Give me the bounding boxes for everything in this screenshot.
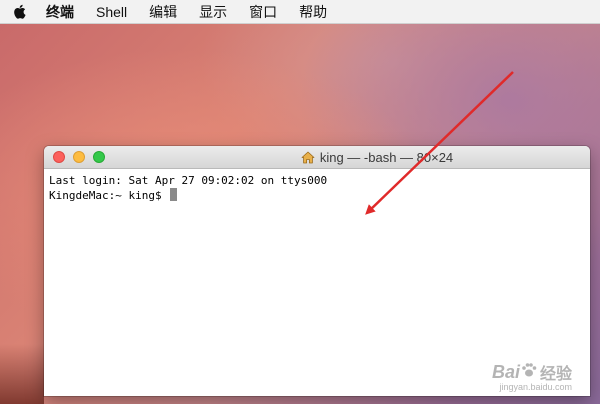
watermark-suffix: 经验 — [539, 366, 572, 383]
menu-view[interactable]: 显示 — [199, 0, 227, 24]
last-login-line: Last login: Sat Apr 27 09:02:02 on ttys0… — [49, 174, 328, 187]
text-cursor — [170, 188, 178, 201]
menu-edit[interactable]: 编辑 — [149, 0, 177, 24]
home-icon — [301, 150, 315, 164]
watermark-brand: Bai — [491, 361, 520, 382]
menu-terminal[interactable]: 终端 — [46, 0, 74, 24]
watermark-url: jingyan.baidu.com — [499, 382, 572, 392]
wallpaper-shadow — [0, 344, 44, 404]
apple-logo-icon[interactable] — [12, 4, 26, 20]
window-title-group: king — -bash — 80×24 — [44, 146, 590, 168]
paw-icon — [520, 361, 538, 384]
watermark-logo: Bai 经验 — [492, 360, 572, 384]
terminal-window[interactable]: king — -bash — 80×24 Last login: Sat Apr… — [44, 146, 590, 396]
window-title: king — -bash — 80×24 — [319, 149, 454, 165]
menu-window[interactable]: 窗口 — [249, 0, 277, 24]
screen: 终端 Shell 编辑 显示 窗口 帮助 king — -bash — 80×2… — [0, 0, 600, 404]
menu-bar: 终端 Shell 编辑 显示 窗口 帮助 — [0, 0, 600, 24]
menu-help[interactable]: 帮助 — [299, 0, 327, 24]
terminal-content[interactable]: Last login: Sat Apr 27 09:02:02 on ttys0… — [44, 169, 590, 207]
window-titlebar[interactable]: king — -bash — 80×24 — [44, 146, 590, 169]
menu-shell[interactable]: Shell — [96, 0, 127, 24]
baidu-watermark: Bai 经验 jingyan.baidu.com — [492, 360, 572, 393]
shell-prompt: KingdeMac:~ king$ — [49, 189, 169, 202]
prompt-line: KingdeMac:~ king$ — [49, 188, 585, 203]
